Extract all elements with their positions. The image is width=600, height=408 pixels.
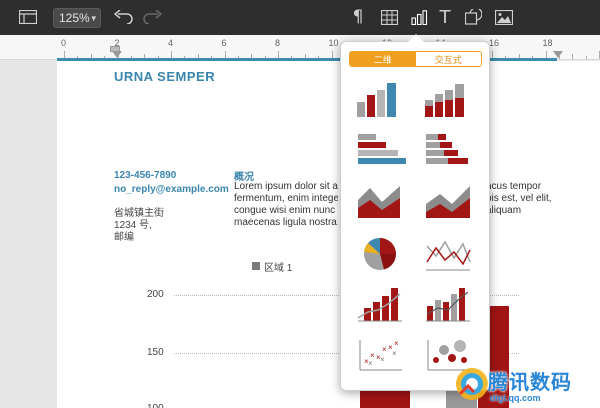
resume-name[interactable]: URNA SEMPER bbox=[114, 69, 215, 84]
paragraph-button[interactable]: ¶ bbox=[346, 6, 370, 28]
ruler-number: 16 bbox=[489, 38, 500, 48]
sidebar-toggle-button[interactable] bbox=[17, 6, 39, 28]
table-icon bbox=[380, 9, 398, 25]
zoom-select[interactable]: 125% ▼ bbox=[53, 8, 101, 28]
ruler[interactable]: 024681012141618 bbox=[57, 35, 600, 60]
line-chart-icon bbox=[426, 240, 471, 271]
column-chart-thumbnail[interactable] bbox=[354, 80, 406, 120]
contact-email[interactable]: no_reply@example.com bbox=[114, 184, 229, 195]
tab-2d[interactable]: 二维 bbox=[350, 52, 416, 66]
mixed-chart-icon bbox=[357, 288, 402, 322]
chart-bar[interactable] bbox=[360, 388, 410, 408]
body-line: Lorem ipsum dolor sit amet bbox=[234, 181, 338, 192]
shape-button[interactable] bbox=[461, 6, 485, 28]
mixed-column-line-chart-icon bbox=[426, 288, 470, 322]
stacked-column-chart-thumbnail[interactable] bbox=[422, 80, 474, 120]
redo-icon bbox=[143, 10, 162, 24]
address-line: 邮编 bbox=[114, 232, 134, 243]
address-line: 省城镇主街 bbox=[114, 208, 164, 219]
area-chart-thumbnail[interactable] bbox=[354, 182, 406, 222]
margin-marker[interactable] bbox=[112, 51, 122, 58]
first-line-indent-marker[interactable] bbox=[110, 46, 120, 52]
mixed-column-line-chart-thumbnail[interactable] bbox=[422, 284, 474, 324]
watermark-icon bbox=[456, 368, 488, 400]
ruler-tick bbox=[585, 56, 587, 59]
body-line: congue wisi enim nunc ult bbox=[234, 205, 338, 216]
ruler-number: 18 bbox=[542, 38, 553, 48]
tab-interactive[interactable]: 交互式 bbox=[415, 52, 481, 66]
ruler-number: 6 bbox=[221, 38, 227, 48]
margin-marker[interactable] bbox=[553, 51, 563, 58]
scatter-chart-icon: × × × × × × × × × bbox=[359, 339, 402, 371]
image-icon bbox=[495, 9, 513, 25]
body-line: aliquam bbox=[486, 205, 522, 216]
ruler-tick bbox=[572, 54, 574, 59]
svg-text:×: × bbox=[394, 339, 399, 348]
table-button[interactable] bbox=[377, 6, 401, 28]
ruler-number: 4 bbox=[168, 38, 174, 48]
chart-legend-label: 区域 1 bbox=[264, 263, 293, 274]
pie-chart-thumbnail[interactable] bbox=[354, 234, 406, 274]
scatter-chart-thumbnail[interactable]: × × × × × × × × × bbox=[354, 336, 406, 376]
stacked-bar-chart-thumbnail[interactable] bbox=[422, 130, 474, 170]
chart-y-tick: 150 bbox=[147, 347, 164, 358]
body-text-right[interactable]: ncus tempor pis est, vel elit, aliquam bbox=[486, 181, 561, 217]
image-button[interactable] bbox=[492, 6, 516, 28]
watermark-text: 腾讯数码 bbox=[488, 370, 572, 394]
undo-button[interactable] bbox=[113, 6, 135, 28]
bar-chart-thumbnail[interactable] bbox=[354, 130, 406, 170]
body-line: maecenas ligula nostra, ac bbox=[234, 217, 338, 228]
sidebar-icon bbox=[19, 10, 37, 24]
text-icon: T bbox=[439, 6, 451, 28]
chart-y-tick: 200 bbox=[147, 289, 164, 300]
undo-icon bbox=[114, 10, 133, 24]
column-chart-icon bbox=[357, 83, 396, 117]
line-chart-thumbnail[interactable] bbox=[422, 234, 474, 274]
ruler-number: 10 bbox=[328, 38, 339, 48]
text-box-button[interactable]: T bbox=[433, 6, 457, 28]
stacked-area-chart-icon bbox=[426, 186, 470, 218]
watermark-subtext: digi.qq.com bbox=[490, 393, 541, 403]
chart-legend-swatch bbox=[252, 262, 260, 270]
body-line: fermentum, enim integer a bbox=[234, 193, 338, 204]
contact-phone[interactable]: 123-456-7890 bbox=[114, 170, 176, 181]
pages-editor-window: 125% ▼ ¶ T 024681012141618 bbox=[0, 0, 600, 408]
mixed-chart-thumbnail[interactable] bbox=[354, 284, 406, 324]
chart-type-segmented-control: 二维 交互式 bbox=[349, 51, 482, 67]
svg-text:×: × bbox=[382, 345, 387, 354]
stacked-column-chart-icon bbox=[425, 84, 464, 117]
chevron-down-icon: ▼ bbox=[89, 13, 98, 23]
shape-icon bbox=[464, 9, 482, 25]
ruler-number: 8 bbox=[275, 38, 281, 48]
address-line: 1234 号, bbox=[114, 220, 152, 231]
contact-address[interactable]: 省城镇主街 1234 号, 邮编 bbox=[114, 208, 164, 244]
svg-text:×: × bbox=[368, 359, 373, 368]
bar-chart-icon bbox=[358, 134, 406, 164]
pie-chart-icon bbox=[364, 237, 396, 270]
left-gutter bbox=[0, 61, 57, 408]
chart-icon bbox=[410, 9, 427, 25]
body-line: pis est, vel elit, bbox=[486, 193, 552, 204]
stacked-bar-chart-icon bbox=[426, 134, 468, 164]
paragraph-icon: ¶ bbox=[352, 7, 364, 27]
redo-button[interactable] bbox=[141, 6, 163, 28]
body-text[interactable]: Lorem ipsum dolor sit amet fermentum, en… bbox=[234, 181, 338, 229]
toolbar: 125% ▼ ¶ T bbox=[0, 0, 600, 35]
ruler-left-pad bbox=[0, 35, 57, 60]
zoom-value: 125% bbox=[59, 11, 90, 25]
stacked-area-chart-thumbnail[interactable] bbox=[422, 182, 474, 222]
svg-text:×: × bbox=[392, 349, 397, 358]
area-chart-icon bbox=[358, 186, 400, 218]
popover-arrow bbox=[408, 34, 424, 42]
chart-y-tick: 100 bbox=[147, 403, 164, 408]
body-line: ncus tempor bbox=[486, 181, 542, 192]
chart-button[interactable] bbox=[407, 6, 431, 28]
svg-text:×: × bbox=[380, 355, 385, 364]
ruler-number: 0 bbox=[61, 38, 67, 48]
